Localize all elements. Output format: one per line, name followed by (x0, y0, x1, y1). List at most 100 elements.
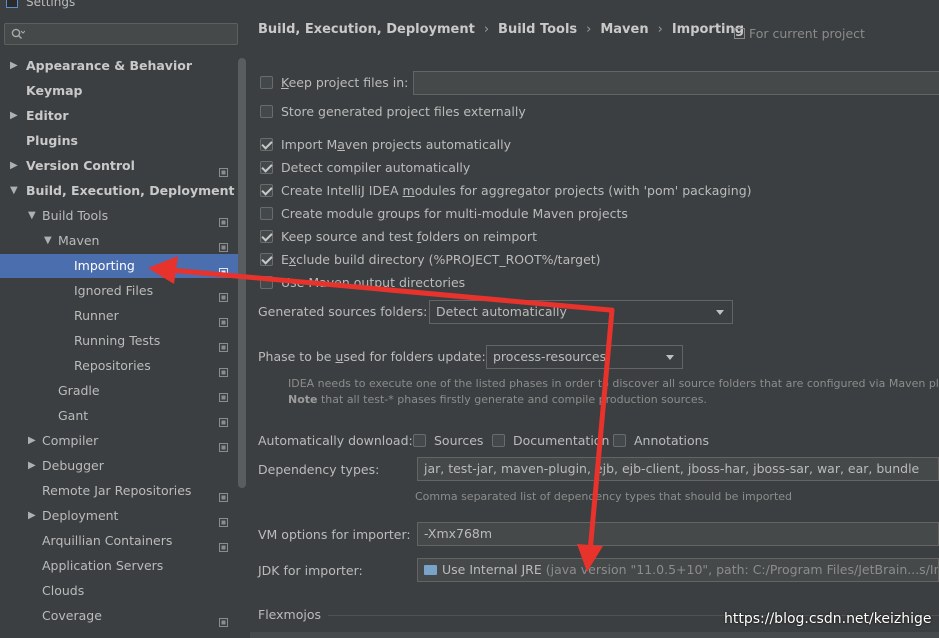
phase-hint-2: Note that all test-* phases firstly gene… (288, 393, 707, 406)
create-modules-option[interactable]: Create IntelliJ IDEA modules for aggrega… (260, 181, 752, 201)
project-config-icon (219, 261, 228, 277)
sidebar-item-label: Gradle (58, 383, 100, 398)
sidebar-item-label: Running Tests (74, 333, 161, 348)
download-documentation-checkbox[interactable] (492, 434, 505, 447)
exclude-build-option[interactable]: Exclude build directory (%PROJECT_ROOT%/… (260, 250, 601, 270)
sidebar-item-label: Ignored Files (74, 283, 154, 298)
sidebar-item-build-tools[interactable]: ▼ Build Tools (0, 204, 240, 228)
sidebar-item-importing[interactable]: Importing (0, 254, 238, 278)
import-auto-option[interactable]: Import Maven projects automatically (260, 135, 511, 155)
sidebar-item-compiler[interactable]: ▶ Compiler (0, 429, 240, 453)
sidebar-item-version-control[interactable]: ▶ Version Control (0, 154, 240, 178)
store-externally-checkbox[interactable] (260, 105, 273, 118)
download-annotations-option[interactable]: Annotations (613, 431, 709, 451)
project-files-path-field[interactable] (413, 71, 939, 95)
sidebar-item-gradle[interactable]: Gradle (0, 379, 240, 403)
expand-right-icon[interactable]: ▶ (28, 504, 38, 528)
expand-right-icon[interactable]: ▶ (28, 429, 38, 453)
dependency-types-field[interactable]: jar, test-jar, maven-plugin, ejb, ejb-cl… (417, 457, 939, 481)
keep-source-option[interactable]: Keep source and test folders on reimport (260, 227, 537, 247)
sidebar-item-deployment[interactable]: ▶ Deployment (0, 504, 240, 528)
app-icon (6, 0, 18, 8)
sidebar-item-clouds[interactable]: Clouds (0, 579, 240, 603)
exclude-build-checkbox[interactable] (260, 253, 273, 266)
sidebar-item-label: Importing (74, 258, 135, 273)
keep-source-checkbox[interactable] (260, 230, 273, 243)
phase-hint-1: IDEA needs to execute one of the listed … (288, 377, 939, 390)
search-input[interactable] (29, 25, 233, 45)
sidebar-item-label: Remote Jar Repositories (42, 483, 192, 498)
project-config-icon (219, 411, 228, 427)
keep-project-files-option[interactable]: Keep project files in: (260, 73, 408, 93)
project-scope-icon (734, 28, 745, 39)
sidebar-item-keymap[interactable]: Keymap (0, 79, 240, 103)
generated-sources-select[interactable]: Detect automatically (429, 300, 733, 324)
create-groups-checkbox[interactable] (260, 207, 273, 220)
sidebar-item-label: Keymap (26, 83, 83, 98)
sidebar-item-arquillian-containers[interactable]: Arquillian Containers (0, 529, 240, 553)
download-documentation-option[interactable]: Documentation (492, 431, 609, 451)
sidebar-item-maven[interactable]: ▼ Maven (0, 229, 240, 253)
sidebar-item-gant[interactable]: Gant (0, 404, 240, 428)
expand-right-icon[interactable]: ▶ (28, 454, 38, 478)
expand-right-icon[interactable]: ▶ (10, 54, 20, 78)
phase-select[interactable]: process-resources (486, 345, 683, 369)
detect-compiler-checkbox[interactable] (260, 161, 273, 174)
jdk-label: JDK for importer: (258, 563, 363, 578)
generated-sources-value: Detect automatically (436, 304, 567, 319)
sidebar-item-appearance-behavior[interactable]: ▶ Appearance & Behavior (0, 54, 240, 78)
sidebar-item-label: Build, Execution, Deployment (26, 183, 235, 198)
jdk-select[interactable]: Use Internal JRE (java version "11.0.5+1… (417, 558, 939, 582)
vm-options-field[interactable]: -Xmx768m (417, 522, 939, 546)
settings-sidebar: ▶ Appearance & Behavior Keymap ▶ Editor Plugi… (0, 10, 248, 638)
flexmojos-option-row (250, 632, 939, 638)
jdk-detail: (java version "11.0.5+10", path: C:/Prog… (545, 562, 938, 577)
sidebar-item-repositories[interactable]: Repositories (0, 354, 240, 378)
sidebar-item-label: Clouds (42, 583, 85, 598)
sidebar-item-label: Build Tools (42, 208, 109, 223)
search-box[interactable] (4, 23, 238, 45)
watermark: https://blog.csdn.net/keizhige (724, 611, 932, 627)
flexmojos-section-title: Flexmojos (258, 607, 321, 622)
breadcrumb-item[interactable]: Maven (600, 22, 648, 37)
sidebar-item-editor[interactable]: ▶ Editor (0, 104, 240, 128)
expand-down-icon[interactable]: ▼ (10, 179, 20, 203)
store-externally-option[interactable]: Store generated project files externally (260, 102, 526, 122)
use-output-checkbox[interactable] (260, 276, 273, 289)
dependency-types-label: Dependency types: (258, 462, 380, 477)
for-current-project-label: For current project (749, 26, 865, 41)
chevron-right-icon: › (483, 22, 490, 37)
sidebar-item-build-execution-deployment[interactable]: ▼ Build, Execution, Deployment (0, 179, 240, 203)
expand-right-icon[interactable]: ▶ (10, 154, 20, 178)
sidebar-item-remote-jar-repositories[interactable]: Remote Jar Repositories (0, 479, 240, 503)
breadcrumb-item[interactable]: Build Tools (498, 22, 577, 37)
download-sources-checkbox[interactable] (413, 434, 426, 447)
expand-down-icon[interactable]: ▼ (28, 204, 38, 228)
download-sources-option[interactable]: Sources (413, 431, 483, 451)
use-output-option[interactable]: Use Maven output directories (260, 273, 465, 293)
phase-label: Phase to be used for folders update: (258, 349, 486, 364)
detect-compiler-option[interactable]: Detect compiler automatically (260, 158, 470, 178)
sidebar-item-ignored-files[interactable]: Ignored Files (0, 279, 240, 303)
vm-options-label: VM options for importer: (258, 527, 411, 542)
sidebar-item-plugins[interactable]: Plugins (0, 129, 240, 153)
breadcrumb-item[interactable]: Build, Execution, Deployment (258, 22, 475, 37)
sidebar-item-runner[interactable]: Runner (0, 304, 240, 328)
create-modules-checkbox[interactable] (260, 184, 273, 197)
project-config-icon (219, 486, 228, 502)
jdk-value: Use Internal JRE (442, 562, 542, 577)
download-annotations-checkbox[interactable] (613, 434, 626, 447)
settings-content: Build, Execution, Deployment › Build Tools… (250, 10, 939, 638)
sidebar-scrollbar[interactable] (238, 58, 246, 488)
create-groups-option[interactable]: Create module groups for multi-module Ma… (260, 204, 628, 224)
for-current-project: For current project (734, 26, 865, 41)
sidebar-item-running-tests[interactable]: Running Tests (0, 329, 240, 353)
import-auto-checkbox[interactable] (260, 138, 273, 151)
sidebar-item-application-servers[interactable]: Application Servers (0, 554, 240, 578)
project-config-icon (219, 336, 228, 352)
expand-down-icon[interactable]: ▼ (44, 229, 54, 253)
sidebar-item-coverage[interactable]: Coverage (0, 604, 240, 628)
expand-right-icon[interactable]: ▶ (10, 104, 20, 128)
keep-project-files-checkbox[interactable] (260, 76, 273, 89)
sidebar-item-debugger[interactable]: ▶ Debugger (0, 454, 240, 478)
